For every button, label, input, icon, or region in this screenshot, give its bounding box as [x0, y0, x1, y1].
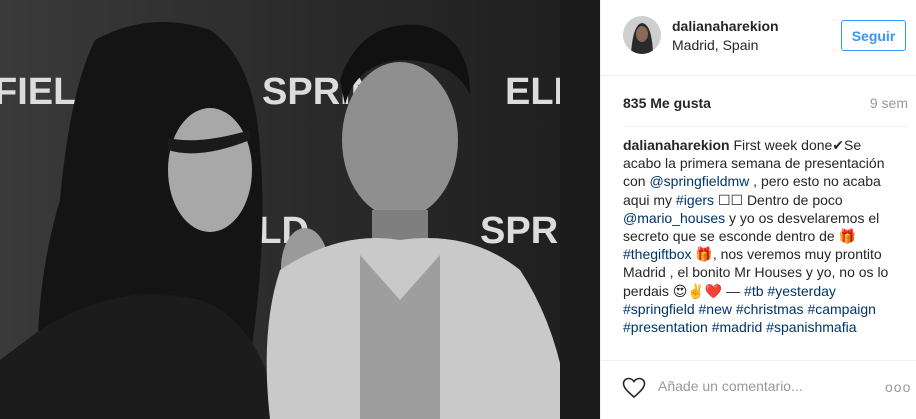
- more-options-icon[interactable]: ooo: [885, 379, 911, 395]
- svg-text:FIEL: FIEL: [0, 71, 76, 113]
- caption-link[interactable]: #thegiftbox: [623, 246, 692, 262]
- caption-link[interactable]: #igers: [676, 192, 714, 208]
- post-time[interactable]: 9 sem: [870, 95, 908, 111]
- caption-link[interactable]: #new: [699, 301, 732, 317]
- follow-button[interactable]: Seguir: [841, 20, 906, 51]
- caption-link[interactable]: #spanishmafia: [766, 319, 856, 335]
- caption-link[interactable]: #springfield: [623, 301, 695, 317]
- avatar[interactable]: [623, 16, 661, 54]
- caption-segment: ☐☐ Dentro de poco: [714, 191, 843, 208]
- heart-icon[interactable]: [622, 377, 646, 399]
- comment-input[interactable]: Añade un comentario...: [658, 378, 803, 394]
- post-sidebar: dalianaharekion Madrid, Spain Seguir 835…: [600, 0, 916, 419]
- caption-link[interactable]: #campaign: [807, 301, 876, 317]
- caption-link[interactable]: #tb: [744, 283, 763, 299]
- caption-text: First week done✔Se acabo la primera sema…: [623, 137, 888, 335]
- stats-row: 835 Me gusta 9 sem: [623, 95, 908, 115]
- caption-link[interactable]: @springfieldmw: [649, 173, 749, 189]
- caption-link[interactable]: #christmas: [736, 301, 804, 317]
- divider: [623, 126, 908, 127]
- post-caption: dalianaharekion First week done✔Se acabo…: [623, 136, 893, 336]
- caption-username[interactable]: dalianaharekion: [623, 137, 730, 153]
- caption-link[interactable]: #madrid: [712, 319, 763, 335]
- caption-link[interactable]: #presentation: [623, 319, 708, 335]
- caption-link[interactable]: #yesterday: [767, 283, 835, 299]
- comment-bar: Añade un comentario... ooo: [601, 360, 916, 419]
- caption-link[interactable]: @mario_houses: [623, 210, 725, 226]
- post-photo[interactable]: FIEL SPRIN ELD ELD SPRING: [0, 0, 600, 419]
- username-link[interactable]: dalianaharekion: [672, 18, 779, 34]
- like-count[interactable]: 835 Me gusta: [623, 95, 711, 111]
- location-link[interactable]: Madrid, Spain: [672, 37, 758, 53]
- post-header: dalianaharekion Madrid, Spain Seguir: [601, 0, 916, 76]
